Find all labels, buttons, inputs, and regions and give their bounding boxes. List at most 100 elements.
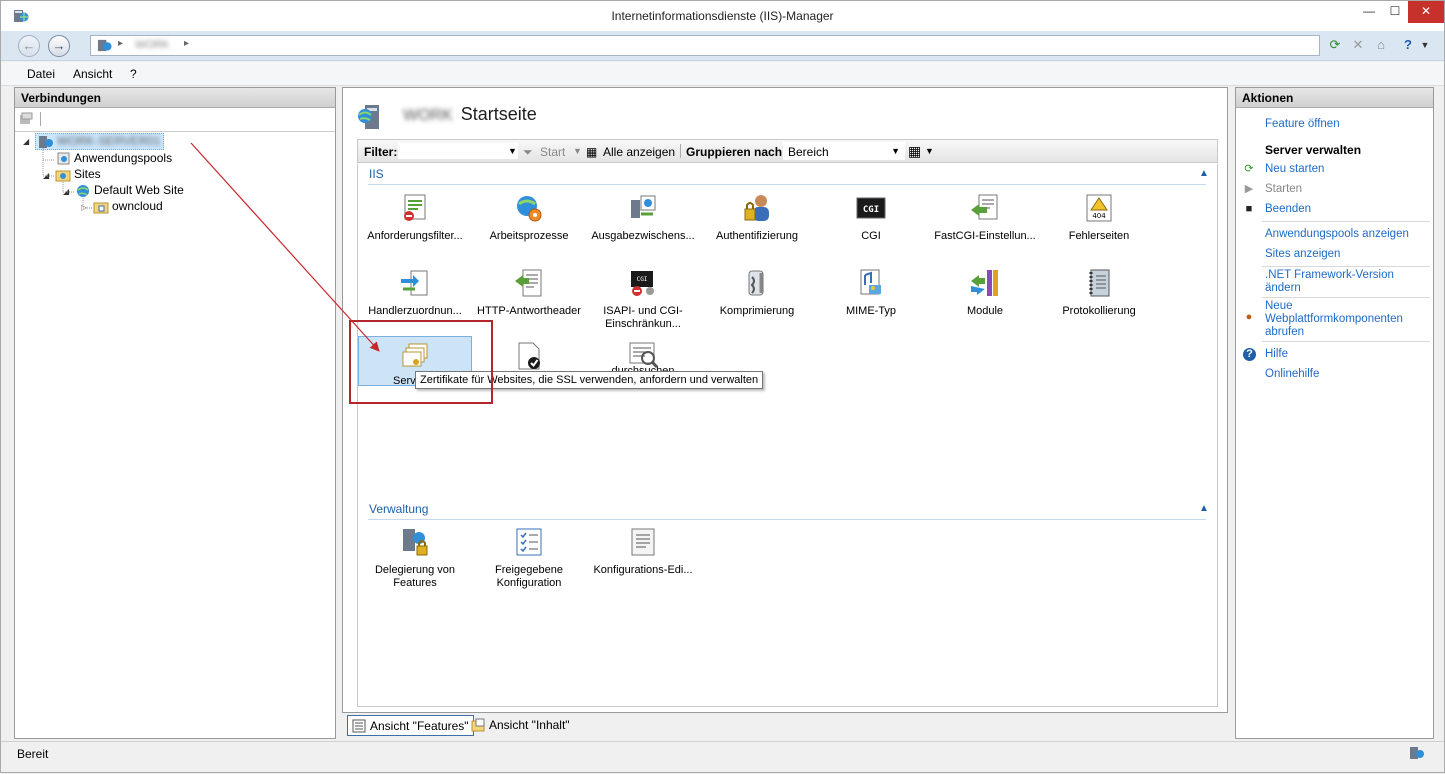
logging-icon: [1089, 269, 1110, 297]
menu-view[interactable]: Ansicht: [73, 67, 112, 81]
tab-features-view[interactable]: Ansicht "Features": [347, 715, 474, 736]
collapse-sites-icon[interactable]: ◢: [43, 171, 49, 180]
feature-isapi-cgi[interactable]: CGI ISAPI- und CGI-Einschränkun...: [586, 267, 700, 331]
show-all-icon: ▦: [586, 145, 598, 159]
action-view-app-pools[interactable]: Anwendungspools anzeigen: [1265, 228, 1409, 241]
shared-configuration-icon: [516, 528, 542, 556]
action-separator: [1262, 221, 1430, 222]
create-connection-icon[interactable]: [19, 112, 33, 126]
forward-button[interactable]: →: [48, 35, 70, 57]
actions-panel: Aktionen Feature öffnen Server verwalten…: [1235, 87, 1434, 739]
collapse-default-site-icon[interactable]: ◢: [63, 187, 69, 196]
group-divider: [368, 519, 1206, 520]
collapse-server-icon[interactable]: ◢: [23, 137, 29, 146]
feature-logging[interactable]: Protokollierung: [1042, 267, 1156, 318]
action-separator: [1262, 297, 1430, 298]
close-button[interactable]: ✕: [1408, 1, 1444, 23]
feature-handler-mappings[interactable]: Handlerzuordnun...: [358, 267, 472, 318]
funnel-icon[interactable]: ⏷: [523, 145, 533, 160]
feature-label: ISAPI- und CGI-Einschränkun...: [603, 305, 683, 330]
feature-compression[interactable]: Komprimierung: [700, 267, 814, 318]
handler-mappings-icon: [401, 270, 428, 296]
features-view-icon: [352, 719, 366, 733]
action-open-feature[interactable]: Feature öffnen: [1265, 118, 1340, 131]
server-status-icon: [1410, 747, 1424, 759]
action-separator: [1262, 266, 1430, 267]
menu-help[interactable]: ?: [130, 67, 137, 81]
tree-default-web-site[interactable]: Default Web Site: [75, 183, 184, 198]
tab-content-label: Ansicht "Inhalt": [489, 718, 570, 732]
filter-input[interactable]: [398, 143, 518, 159]
globe-icon: [77, 184, 89, 197]
action-view-sites[interactable]: Sites anzeigen: [1265, 248, 1340, 261]
feature-request-filtering[interactable]: Anforderungsfilter...: [358, 192, 472, 243]
action-online-help[interactable]: Onlinehilfe: [1265, 368, 1319, 381]
feature-authentication[interactable]: Authentifizierung: [700, 192, 814, 243]
home-icon[interactable]: ⌂: [1371, 36, 1391, 56]
authentication-icon: [744, 195, 769, 221]
default-site-label: Default Web Site: [94, 183, 184, 197]
action-restart[interactable]: Neu starten: [1265, 163, 1324, 176]
action-stop[interactable]: Beenden: [1265, 203, 1311, 216]
tab-features-label: Ansicht "Features": [370, 719, 469, 733]
view-mode-dropdown-icon[interactable]: ▼: [925, 146, 934, 156]
default-document-icon: [518, 342, 540, 370]
action-help[interactable]: Hilfe: [1265, 348, 1288, 361]
feature-cgi[interactable]: CGI CGI: [814, 192, 928, 243]
tree-app-pools[interactable]: Anwendungspools: [55, 151, 172, 166]
expand-owncloud-icon[interactable]: ▷: [81, 203, 87, 212]
feature-label: Ausgabezwischens...: [591, 230, 695, 242]
status-text: Bereit: [17, 747, 49, 761]
content-view-icon: [471, 718, 485, 732]
feature-fastcgi[interactable]: FastCGI-Einstellun...: [928, 192, 1042, 243]
maximize-button[interactable]: ☐: [1382, 1, 1408, 23]
tree-sites[interactable]: Sites: [55, 167, 101, 182]
svg-text:404: 404: [1092, 212, 1106, 220]
feature-output-caching[interactable]: Ausgabezwischens...: [586, 192, 700, 243]
back-button[interactable]: ←: [18, 35, 40, 57]
filter-dropdown-icon[interactable]: ▼: [508, 146, 517, 156]
feature-shared-configuration[interactable]: Freigegebene Konfiguration: [472, 526, 586, 590]
breadcrumb-separator[interactable]: ▸: [184, 38, 189, 49]
feature-label: FastCGI-Einstellun...: [934, 230, 1036, 242]
start-icon: ▶: [1244, 183, 1254, 195]
action-start[interactable]: Starten: [1265, 183, 1302, 196]
action-get-web-platform[interactable]: Neue Webplattformkomponenten abrufen: [1265, 300, 1425, 339]
menu-file[interactable]: Datei: [27, 67, 55, 81]
breadcrumb-separator: ▸: [118, 38, 124, 49]
feature-http-headers[interactable]: HTTP-Antwortheader: [472, 267, 586, 318]
address-bar: ← → ▸ WORK ▸ ⟳ ✕ ⌂ ? ▼: [1, 31, 1444, 61]
start-dropdown-icon[interactable]: ▼: [573, 146, 582, 156]
refresh-icon[interactable]: ⟳: [1325, 36, 1345, 56]
collapse-management-icon[interactable]: ▲: [1199, 503, 1209, 514]
tab-content-view[interactable]: Ansicht "Inhalt": [467, 715, 574, 736]
stop-icon[interactable]: ✕: [1348, 36, 1368, 56]
feature-worker-processes[interactable]: Arbeitsprozesse: [472, 192, 586, 243]
feature-label: Handlerzuordnun...: [368, 305, 462, 317]
group-management-label: Verwaltung: [369, 502, 429, 516]
window-title: Internetinformationsdienste (IIS)-Manage…: [611, 9, 834, 23]
tree-owncloud[interactable]: owncloud: [93, 199, 163, 214]
feature-error-pages[interactable]: 404 Fehlerseiten: [1042, 192, 1156, 243]
feature-mime-types[interactable]: MIME-Typ: [814, 267, 928, 318]
chevron-down-icon[interactable]: ▼: [1415, 36, 1435, 56]
action-change-netfx[interactable]: .NET Framework-Version ändern: [1265, 269, 1425, 295]
breadcrumb-server[interactable]: WORK: [135, 39, 169, 51]
show-all-button[interactable]: Alle anzeigen: [603, 145, 675, 159]
start-filter-button[interactable]: Start: [540, 145, 565, 159]
chevron-down-icon: ▼: [891, 146, 900, 156]
minimize-button[interactable]: —: [1356, 1, 1382, 23]
address-input[interactable]: ▸ WORK ▸: [90, 35, 1320, 56]
feature-delegation[interactable]: Delegierung von Features: [358, 526, 472, 590]
server-name-blurred: WORK: [403, 107, 453, 124]
svg-text:CGI: CGI: [637, 276, 648, 283]
view-mode-icon[interactable]: ▦: [908, 143, 921, 160]
sites-folder-icon: [55, 170, 71, 182]
group-by-select[interactable]: Bereich ▼: [783, 142, 905, 160]
feature-modules[interactable]: Module: [928, 267, 1042, 318]
tree-server-node[interactable]: WORK-SERVER01: [35, 133, 164, 150]
feature-configuration-editor[interactable]: Konfigurations-Edi...: [586, 526, 700, 577]
error-pages-icon: 404: [1086, 194, 1112, 222]
filter-separator: [680, 144, 681, 158]
collapse-iis-icon[interactable]: ▲: [1199, 168, 1209, 179]
